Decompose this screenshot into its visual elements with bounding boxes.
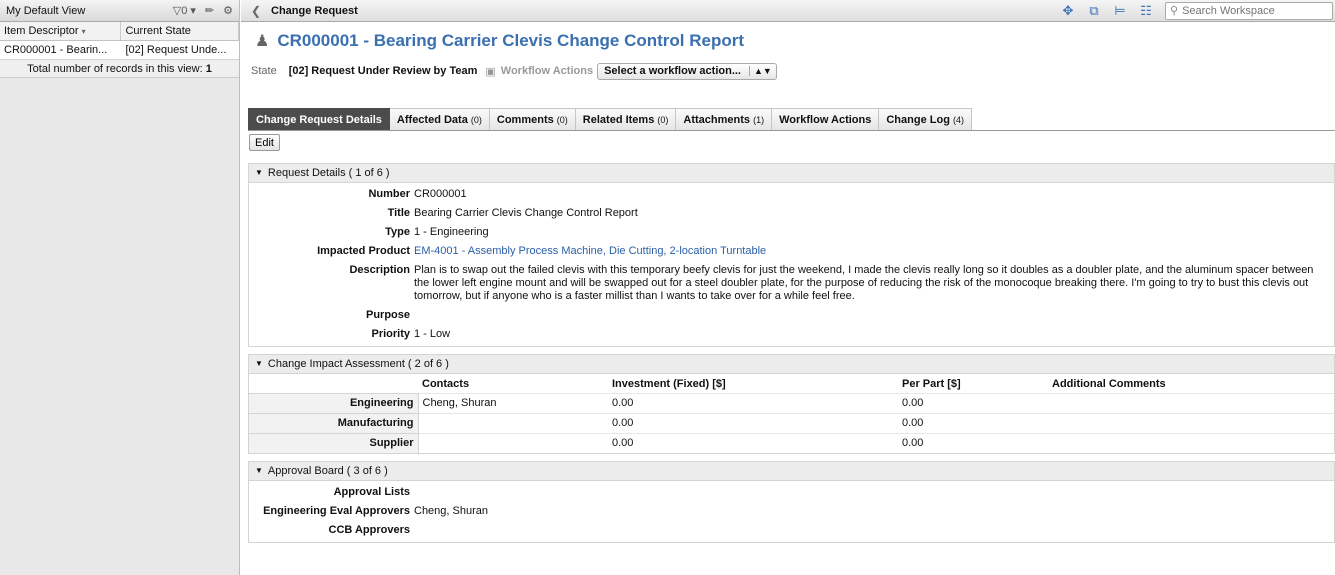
collapse-pane-icon[interactable]: ❮ [241, 4, 271, 18]
tab-affected-data[interactable]: Affected Data (0) [389, 108, 490, 130]
search-box: ⚲ [1165, 1, 1333, 20]
impacted-product-link[interactable]: EM-4001 - Assembly Process Machine, Die … [414, 245, 1334, 258]
records-total: Total number of records in this view: 1 [0, 60, 239, 78]
records-table-header: Item Descriptor ▾ Current State [0, 22, 239, 41]
tab-workflow-actions[interactable]: Workflow Actions [772, 108, 880, 130]
approval-board-toggle[interactable]: ▼ Approval Board ( 3 of 6 ) [249, 462, 1334, 481]
copy-icon[interactable]: ⧉ [1081, 3, 1107, 19]
pencil-icon[interactable]: ✏ [205, 4, 214, 17]
field-approval-lists: Approval Lists [333, 486, 410, 498]
lock-icon: ▣ [485, 65, 496, 78]
filter-icon[interactable]: ▽0 ▾ [173, 4, 196, 17]
request-details-toggle[interactable]: ▼ Request Details ( 1 of 6 ) [249, 164, 1334, 183]
filter-count: 0 [181, 5, 188, 17]
sort-icon: ▾ [81, 27, 86, 36]
workflow-actions-label: Workflow Actions [500, 65, 594, 77]
field-engineering-eval-approvers: Engineering Eval Approvers Cheng, Shuran [263, 505, 488, 517]
impact-assessment-section: ▼ Change Impact Assessment ( 2 of 6 ) Con… [248, 354, 1335, 454]
top-toolbar: ❮ Change Request ✥ ⧉ ⊨ ☷ ⚲ [241, 0, 1335, 22]
impact-table: Contacts Investment (Fixed) [$] Per Part… [249, 374, 1334, 453]
field-priority: Priority 1 - Low [371, 328, 451, 340]
impact-table-header: Contacts Investment (Fixed) [$] Per Part… [422, 378, 1166, 391]
state-row: State [02] Request Under Review by Team … [248, 59, 1335, 83]
field-purpose: Purpose [365, 309, 410, 321]
field-type: Type 1 - Engineering [385, 226, 489, 238]
field-impacted-product: Impacted Product EM-4001 - Assembly Proce… [249, 242, 1334, 261]
tab-change-request-details[interactable]: Change Request Details [248, 108, 390, 130]
edit-button[interactable]: Edit [249, 134, 280, 151]
row-state: [02] Request Unde... [125, 44, 227, 56]
view-selector[interactable]: My Default View [6, 5, 164, 17]
tab-comments[interactable]: Comments (0) [489, 108, 576, 130]
records-pane: My Default View ▽0 ▾ ✏ ⚙ Item Descriptor… [0, 0, 240, 575]
approval-board-section: ▼ Approval Board ( 3 of 6 ) Approval List… [248, 461, 1335, 543]
settings-icon[interactable]: ⚙ [223, 4, 233, 17]
request-details-section: ▼ Request Details ( 1 of 6 ) Number CR0000… [248, 163, 1335, 347]
expand-triangle-icon: ▼ [255, 359, 263, 368]
field-description: Description Plan is to swap out the faile… [349, 264, 1314, 302]
impact-assessment-toggle[interactable]: ▼ Change Impact Assessment ( 2 of 6 ) [249, 355, 1334, 374]
column-current-state[interactable]: Current State [121, 22, 239, 40]
network-icon[interactable]: ☷ [1133, 3, 1159, 19]
change-request-icon: ♟ [255, 33, 270, 50]
field-number: Number CR000001 [368, 188, 467, 200]
table-row: Supplier 0.00 0.00 [249, 432, 1334, 453]
move-icon[interactable]: ✥ [1055, 3, 1081, 19]
state-label: State [251, 65, 277, 77]
workflow-action-select[interactable]: Select a workflow action... ▲▼ [597, 62, 777, 80]
pin-icon[interactable]: ⊨ [1107, 3, 1133, 19]
search-input[interactable] [1182, 4, 1323, 17]
page-label: Change Request [271, 4, 358, 17]
state-value: [02] Request Under Review by Team [288, 65, 478, 77]
column-item-descriptor[interactable]: Item Descriptor ▾ [0, 22, 122, 40]
record-title: CR000001 - Bearing Carrier Clevis Change… [277, 31, 745, 50]
tab-change-log[interactable]: Change Log (4) [879, 108, 972, 130]
table-row: Engineering Cheng, Shuran 0.00 0.00 [249, 392, 1334, 413]
tab-related-items[interactable]: Related Items (0) [575, 108, 677, 130]
search-icon: ⚲ [1170, 5, 1179, 17]
tab-attachments[interactable]: Attachments (1) [676, 108, 773, 130]
tab-bar: Change Request Details Affected Data (0)… [248, 108, 1335, 131]
expand-triangle-icon: ▼ [255, 466, 263, 475]
view-header: My Default View ▽0 ▾ ✏ ⚙ [0, 0, 239, 22]
field-title: Title Bearing Carrier Clevis Change Contr… [387, 207, 638, 219]
select-arrow-icon: ▲▼ [749, 66, 776, 76]
row-descriptor: CR000001 - Bearin... [4, 44, 108, 56]
expand-triangle-icon: ▼ [255, 168, 263, 177]
record-header: ♟ CR000001 - Bearing Carrier Clevis Chan… [248, 23, 1335, 59]
table-row: Manufacturing 0.00 0.00 [249, 412, 1334, 433]
field-ccb-approvers: CCB Approvers [328, 524, 411, 536]
main-content: ♟ CR000001 - Bearing Carrier Clevis Chan… [241, 23, 1335, 575]
table-row[interactable]: CR000001 - Bearin... [02] Request Unde..… [0, 41, 239, 60]
